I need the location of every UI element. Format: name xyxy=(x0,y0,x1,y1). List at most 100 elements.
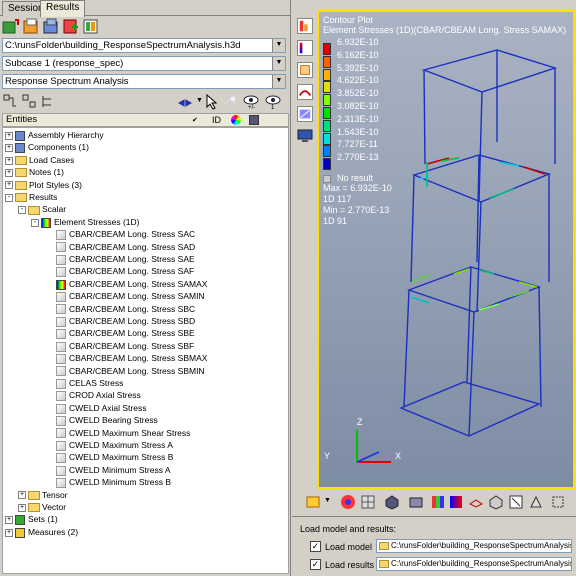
display-mode-icon[interactable] xyxy=(306,494,322,510)
show-icon[interactable]: +/- xyxy=(242,94,260,110)
tree-item[interactable]: CBAR/CBEAM Long. Stress SAF xyxy=(44,265,194,278)
expand-icon[interactable]: + xyxy=(5,181,13,190)
tree-item[interactable]: CWELD Maximum Stress A xyxy=(44,439,173,451)
expand-tree-icon[interactable] xyxy=(3,94,18,109)
add-page-icon[interactable] xyxy=(62,17,80,35)
load-results-field[interactable]: C:\runsFolder\building_ResponseSpectrumA… xyxy=(376,557,572,571)
iso-value-icon[interactable] xyxy=(488,494,504,510)
tree-item[interactable]: + Vector xyxy=(18,501,66,513)
ply-icon[interactable] xyxy=(528,494,544,510)
expand-icon[interactable]: + xyxy=(5,144,13,153)
tree-item[interactable]: - Results xyxy=(5,191,57,203)
tree-item[interactable]: CROD Axial Stress xyxy=(44,389,141,402)
collapse-icon[interactable]: - xyxy=(31,218,39,227)
deformed-icon[interactable] xyxy=(297,84,313,100)
cursor-icon[interactable] xyxy=(205,94,219,110)
tree-item[interactable]: CBAR/CBEAM Long. Stress SBMIN xyxy=(44,365,205,377)
tree-item[interactable]: CBAR/CBEAM Long. Stress SBF xyxy=(44,340,194,352)
feature-mode-icon[interactable] xyxy=(408,494,424,510)
tree-item[interactable]: + Plot Styles (3) xyxy=(5,179,82,191)
tree-item[interactable]: CWELD Bearing Stress xyxy=(44,414,158,426)
subcase-select[interactable]: Subcase 1 (response_spec) ▼ xyxy=(2,56,286,71)
monitor-icon[interactable] xyxy=(297,128,313,144)
tree-item[interactable]: CWELD Minimum Stress A xyxy=(44,464,171,476)
expand-icon[interactable]: + xyxy=(5,156,13,165)
model-icon[interactable] xyxy=(22,17,40,35)
legend-toggle-icon[interactable] xyxy=(430,494,446,510)
check-icon[interactable]: ✔ xyxy=(192,115,198,127)
expand-icon[interactable]: + xyxy=(18,491,26,500)
mesh-mode-icon[interactable] xyxy=(360,494,376,510)
load-results-checkbox[interactable]: ✓ xyxy=(310,559,321,570)
tree-item[interactable]: + Tensor xyxy=(18,489,68,501)
transparency-icon[interactable] xyxy=(508,494,524,510)
tree-item[interactable]: CBAR/CBEAM Long. Stress SAE xyxy=(44,253,195,265)
tree-item[interactable]: + Sets (1) xyxy=(5,513,58,526)
color-wheel-icon[interactable] xyxy=(231,115,241,125)
contour-icon[interactable] xyxy=(297,18,313,34)
import-icon[interactable] xyxy=(2,17,20,35)
shaded-mode-icon[interactable] xyxy=(384,494,400,510)
tree-item[interactable]: CBAR/CBEAM Long. Stress SAD xyxy=(44,241,195,253)
expand-icon[interactable]: + xyxy=(5,131,13,140)
folder-icon[interactable] xyxy=(379,560,389,568)
tree-item[interactable]: + Load Cases xyxy=(5,154,74,166)
tree-item[interactable]: CELAS Stress xyxy=(44,377,123,389)
tree-item[interactable]: - Element Stresses (1D) xyxy=(31,216,140,228)
analysis-select[interactable]: Response Spectrum Analysis ▼ xyxy=(2,74,286,89)
tree-item-label: CWELD Minimum Stress A xyxy=(69,464,171,475)
tree-item[interactable]: + Measures (2) xyxy=(5,526,78,538)
tree-item[interactable]: CBAR/CBEAM Long. Stress SBC xyxy=(44,303,195,315)
tensor-icon[interactable] xyxy=(297,62,313,78)
result-icon xyxy=(56,477,66,488)
tree-item[interactable]: CBAR/CBEAM Long. Stress SAC xyxy=(44,228,195,240)
pages-icon[interactable] xyxy=(82,17,100,35)
tree-item[interactable]: CWELD Axial Stress xyxy=(44,402,146,414)
tree-item[interactable]: CBAR/CBEAM Long. Stress SAMIN xyxy=(44,290,205,302)
query-icon[interactable] xyxy=(297,106,313,122)
overlay-icon[interactable] xyxy=(42,17,60,35)
tree-item[interactable]: - Scalar xyxy=(18,203,66,215)
expand-icon[interactable]: + xyxy=(5,168,13,177)
model-file-field[interactable]: C:\runsFolder\building_ResponseSpectrumA… xyxy=(2,38,286,53)
tree-item[interactable]: + Assembly Hierarchy xyxy=(5,129,104,141)
chevron-down-icon[interactable]: ▼ xyxy=(196,97,203,104)
tree-item[interactable]: CBAR/CBEAM Long. Stress SBD xyxy=(44,315,195,327)
style-icon[interactable] xyxy=(249,115,259,125)
tree-item[interactable]: CWELD Maximum Shear Stress xyxy=(44,427,190,439)
tree-item[interactable]: + Notes (1) xyxy=(5,166,64,178)
tree-item[interactable]: CWELD Maximum Stress B xyxy=(44,451,173,464)
contour-toggle-icon[interactable] xyxy=(448,494,464,510)
tree-item[interactable]: CBAR/CBEAM Long. Stress SBE xyxy=(44,327,195,340)
legend-icon[interactable] xyxy=(297,40,313,56)
tree-item[interactable]: + Components (1) xyxy=(5,141,89,154)
collapse-icon[interactable]: - xyxy=(18,206,26,215)
load-model-field[interactable]: C:\runsFolder\building_ResponseSpectrumA… xyxy=(376,539,572,553)
expand-icon[interactable]: + xyxy=(18,503,26,512)
tree-options-icon[interactable] xyxy=(41,94,56,109)
folder-icon[interactable] xyxy=(379,542,389,550)
id-column-label[interactable]: ID xyxy=(212,114,221,126)
tree-item[interactable]: CBAR/CBEAM Long. Stress SBMAX xyxy=(44,352,207,364)
chevron-down-icon[interactable]: ▼ xyxy=(272,57,285,70)
vertical-toolbar xyxy=(294,14,316,154)
building-frame-model[interactable]: Z Y X xyxy=(319,12,575,489)
fit-icon[interactable] xyxy=(550,494,566,510)
color-mode-icon[interactable] xyxy=(340,494,356,510)
expand-icon[interactable]: + xyxy=(5,528,13,537)
chevron-down-icon[interactable]: ▼ xyxy=(272,75,285,88)
display-icon[interactable] xyxy=(176,95,194,109)
collapse-tree-icon[interactable] xyxy=(22,94,37,109)
chevron-down-icon[interactable]: ▼ xyxy=(272,39,285,52)
isolate-icon[interactable] xyxy=(222,94,238,110)
section-cut-icon[interactable] xyxy=(468,494,484,510)
chevron-down-icon[interactable]: ▼ xyxy=(324,497,331,504)
tree-item[interactable]: CWELD Minimum Stress B xyxy=(44,476,171,488)
tab-results[interactable]: Results xyxy=(40,0,86,17)
load-model-checkbox[interactable]: ✓ xyxy=(310,541,321,552)
tree-item[interactable]: CBAR/CBEAM Long. Stress SAMAX xyxy=(44,278,207,290)
show-only-icon[interactable]: 1 xyxy=(264,94,282,110)
expand-icon[interactable]: + xyxy=(5,516,13,525)
collapse-icon[interactable]: - xyxy=(5,193,13,202)
graphics-viewport[interactable]: Contour Plot Element Stresses (1D)(CBAR/… xyxy=(317,10,575,489)
